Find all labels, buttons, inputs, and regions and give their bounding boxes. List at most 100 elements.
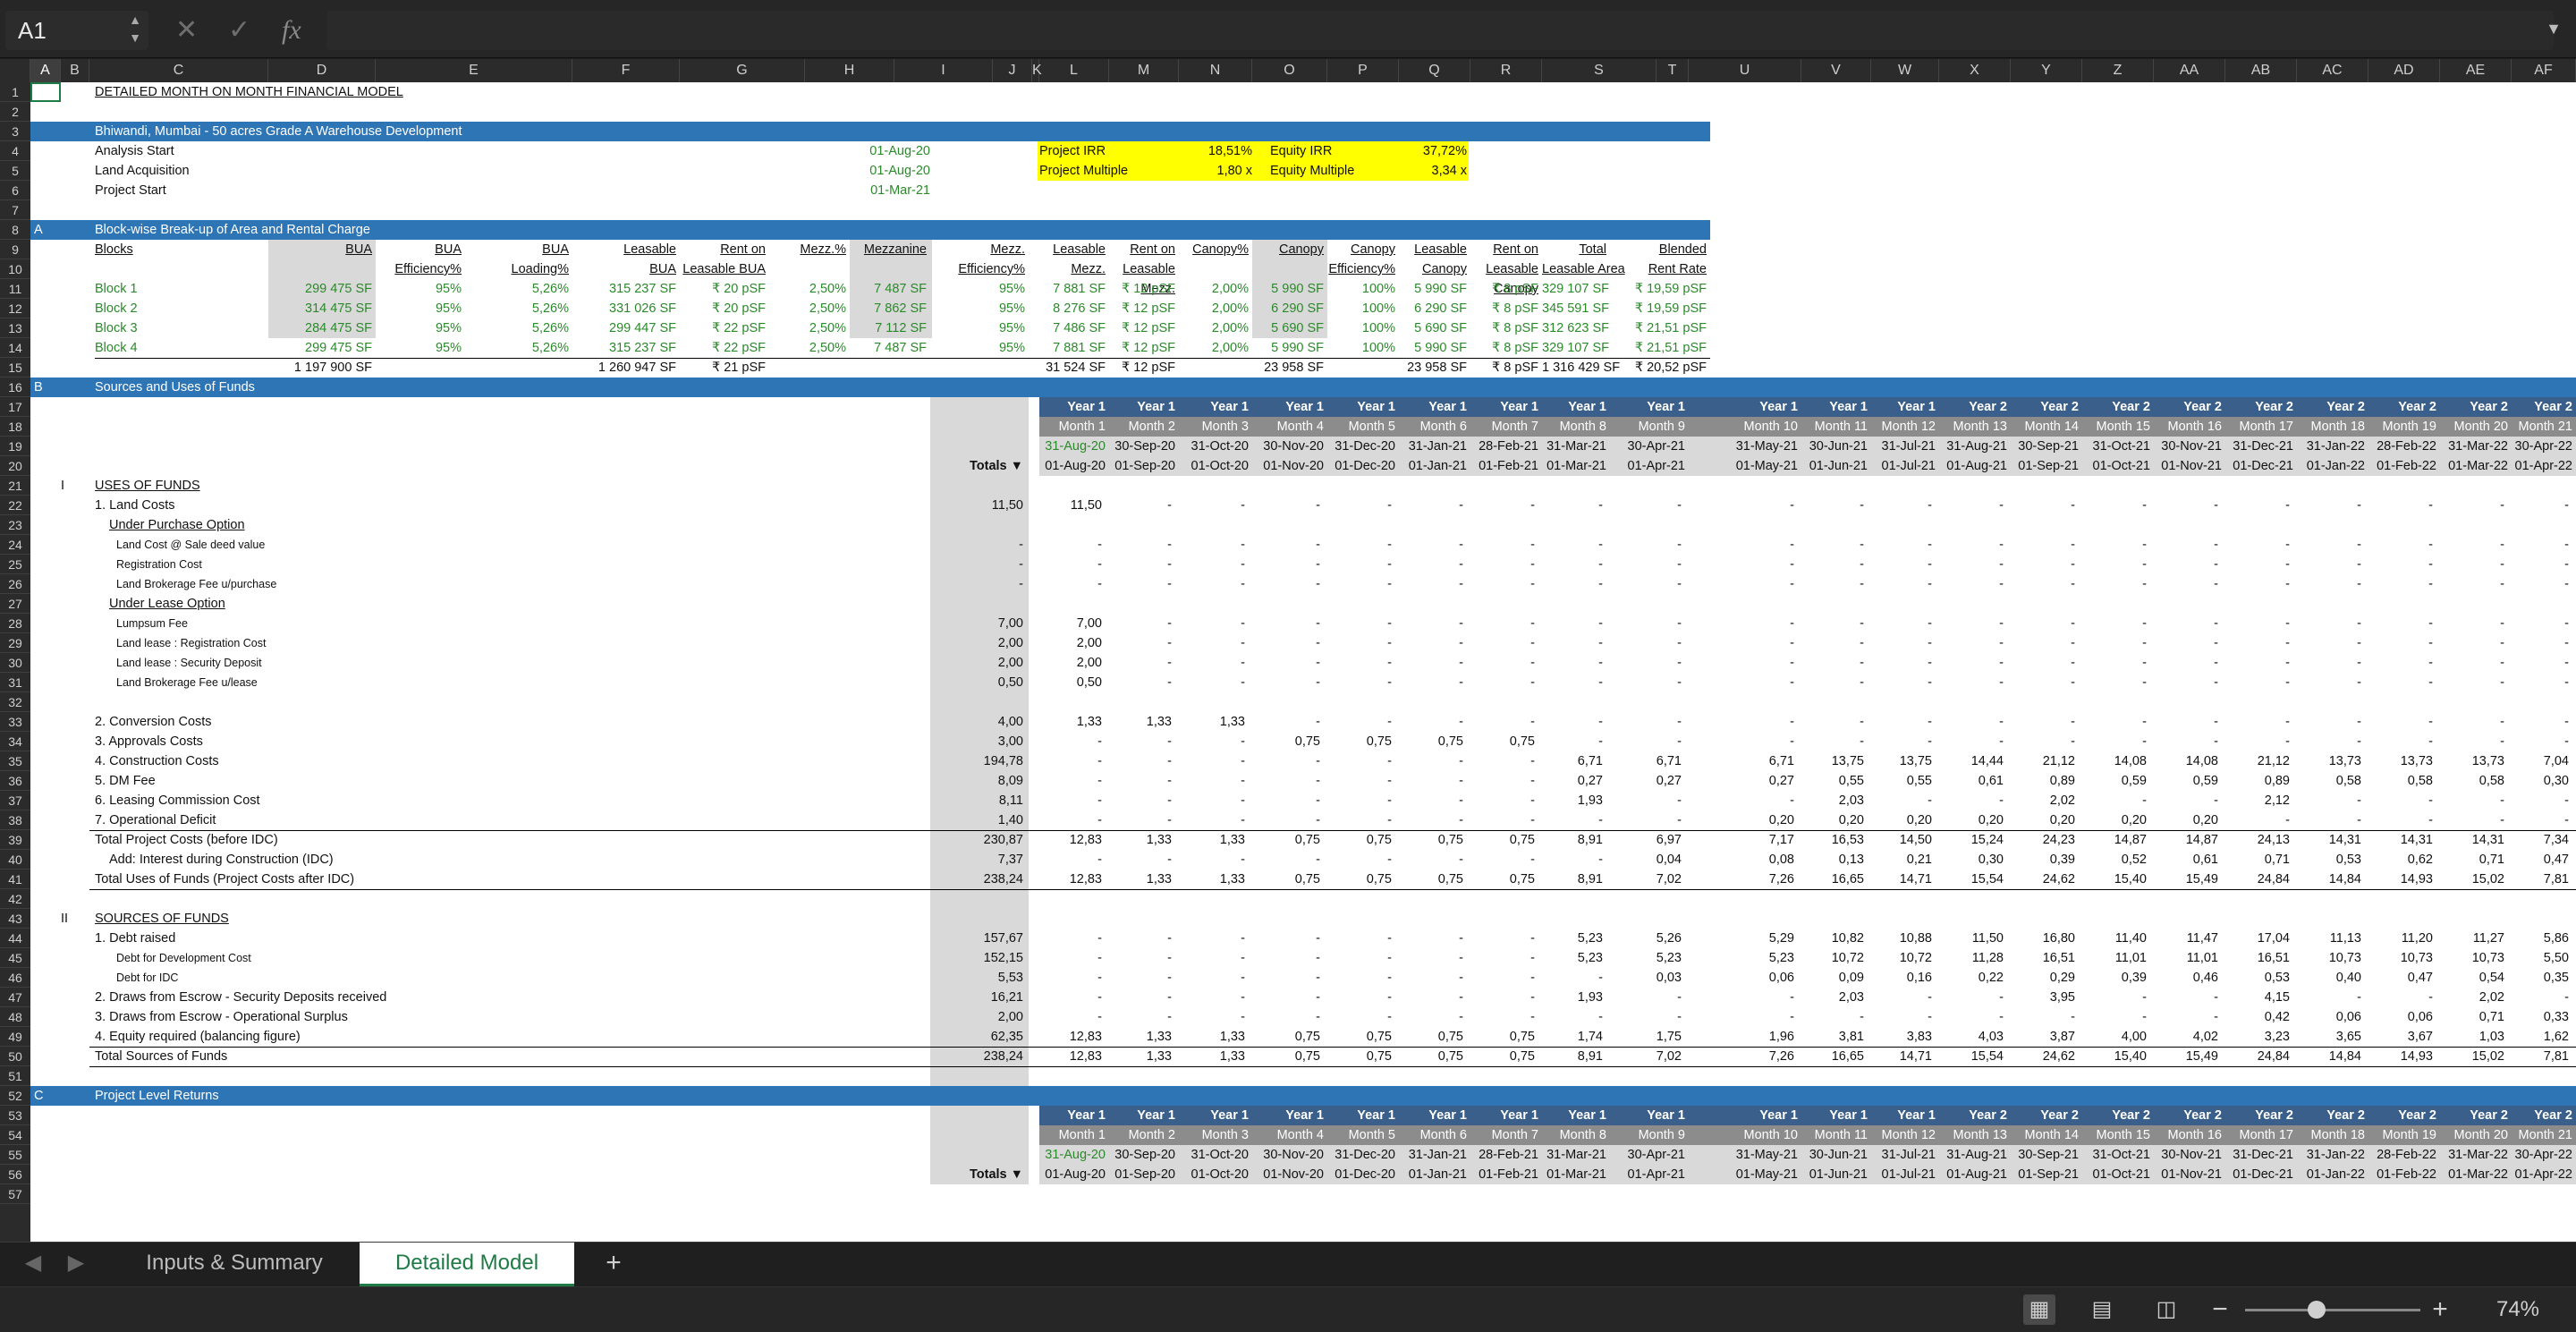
block-value[interactable]: 2,50% <box>769 299 846 318</box>
block-value[interactable]: ₹ 20 pSF <box>680 299 766 318</box>
row-header[interactable]: 24 <box>0 535 30 555</box>
block-value[interactable]: 329 107 SF <box>1542 338 1609 358</box>
column-header[interactable]: C <box>89 59 268 82</box>
row-header[interactable]: 56 <box>0 1165 30 1184</box>
column-header[interactable]: O <box>1252 59 1327 82</box>
column-header[interactable]: AC <box>2297 59 2368 82</box>
block-value[interactable]: ₹ 8 pSF <box>1470 338 1538 358</box>
block-value[interactable]: 2,00% <box>1179 318 1249 338</box>
cancel-icon[interactable]: ✕ <box>175 11 198 50</box>
add-sheet-button[interactable]: + <box>594 1243 633 1284</box>
block-value[interactable]: 7 486 SF <box>1039 318 1106 338</box>
name-box-stepper[interactable]: ▲ ▼ <box>125 11 145 50</box>
row-header[interactable]: 27 <box>0 594 30 614</box>
column-header[interactable]: L <box>1039 59 1109 82</box>
column-header[interactable]: G <box>680 59 805 82</box>
block-value[interactable]: ₹ 12 pSF <box>1109 338 1175 358</box>
block-value[interactable]: ₹ 12 pSF <box>1109 299 1175 318</box>
block-value[interactable]: 5,26% <box>465 338 569 358</box>
block-value[interactable]: 329 107 SF <box>1542 279 1609 299</box>
tab-prev-icon[interactable]: ◀ <box>20 1243 47 1284</box>
row-header[interactable]: 12 <box>0 299 30 318</box>
selected-cell-a1[interactable] <box>30 82 61 102</box>
row-header[interactable]: 47 <box>0 988 30 1007</box>
column-header[interactable]: Q <box>1399 59 1470 82</box>
row-header[interactable]: 36 <box>0 771 30 791</box>
block-value[interactable]: 284 475 SF <box>268 318 372 338</box>
column-header[interactable]: Z <box>2082 59 2154 82</box>
block-value[interactable]: 315 237 SF <box>572 338 676 358</box>
row-header[interactable]: 13 <box>0 318 30 338</box>
block-value[interactable]: 6 290 SF <box>1252 299 1324 318</box>
row-header[interactable]: 19 <box>0 437 30 456</box>
column-header[interactable]: R <box>1470 59 1542 82</box>
row-header[interactable]: 53 <box>0 1106 30 1125</box>
column-header[interactable]: E <box>376 59 572 82</box>
row-header[interactable]: 17 <box>0 397 30 417</box>
column-header[interactable]: M <box>1109 59 1179 82</box>
block-value[interactable]: 314 475 SF <box>268 299 372 318</box>
column-header[interactable]: H <box>805 59 894 82</box>
block-value[interactable]: ₹ 19,59 pSF <box>1610 279 1707 299</box>
row-header[interactable]: 39 <box>0 830 30 850</box>
spreadsheet-grid[interactable]: 1 2 3 4 5 6 7 8 9 10 11 12 13 14 15 16 17 18 19 20 21 22 23 24 2… <box>0 82 2576 1242</box>
column-header[interactable]: S <box>1542 59 1657 82</box>
block-value[interactable]: 8 276 SF <box>1039 299 1106 318</box>
row-header[interactable]: 28 <box>0 614 30 633</box>
block-value[interactable]: 95% <box>376 338 462 358</box>
column-header[interactable]: Y <box>2011 59 2082 82</box>
row-header[interactable]: 31 <box>0 673 30 692</box>
zoom-in-button[interactable]: + <box>2424 1294 2456 1325</box>
chevron-down-icon[interactable]: ▼ <box>2546 20 2562 38</box>
row-header[interactable]: 38 <box>0 810 30 830</box>
row-header[interactable]: 9 <box>0 240 30 259</box>
block-value[interactable]: 95% <box>930 318 1025 338</box>
row-header[interactable]: 16 <box>0 378 30 397</box>
block-value[interactable]: 5 990 SF <box>1252 338 1324 358</box>
block-value[interactable]: 299 475 SF <box>268 338 372 358</box>
block-value[interactable]: 2,50% <box>769 279 846 299</box>
row-header[interactable]: 44 <box>0 929 30 948</box>
block-value[interactable]: 7 487 SF <box>850 338 927 358</box>
block-value[interactable]: 312 623 SF <box>1542 318 1609 338</box>
zoom-slider[interactable] <box>2245 1301 2420 1319</box>
block-value[interactable]: 5 990 SF <box>1399 338 1467 358</box>
block-value[interactable]: ₹ 21,51 pSF <box>1610 318 1707 338</box>
column-header[interactable]: D <box>268 59 376 82</box>
column-header[interactable]: X <box>1939 59 2011 82</box>
input-date[interactable]: 01-Mar-21 <box>805 181 930 200</box>
tab-inputs-summary[interactable]: Inputs & Summary <box>109 1243 360 1284</box>
row-header[interactable]: 37 <box>0 791 30 810</box>
column-header[interactable]: B <box>61 59 89 82</box>
column-header[interactable]: N <box>1179 59 1252 82</box>
column-header[interactable]: I <box>894 59 993 82</box>
page-layout-icon[interactable]: ▤ <box>2086 1294 2118 1325</box>
row-header[interactable]: 26 <box>0 574 30 594</box>
block-value[interactable]: 5,26% <box>465 279 569 299</box>
block-value[interactable]: 95% <box>376 318 462 338</box>
row-header[interactable]: 50 <box>0 1047 30 1066</box>
row-header[interactable]: 51 <box>0 1066 30 1086</box>
row-header[interactable]: 23 <box>0 515 30 535</box>
row-header[interactable]: 8 <box>0 220 30 240</box>
formula-input[interactable] <box>326 11 2554 50</box>
column-header[interactable]: P <box>1327 59 1399 82</box>
row-header[interactable]: 43 <box>0 909 30 929</box>
column-header[interactable]: A <box>30 59 61 82</box>
row-header[interactable]: 14 <box>0 338 30 358</box>
column-header[interactable]: AB <box>2225 59 2297 82</box>
block-value[interactable]: ₹ 22 pSF <box>680 338 766 358</box>
function-icon[interactable]: fx <box>282 11 301 50</box>
input-date[interactable]: 01-Aug-20 <box>805 161 930 181</box>
row-header[interactable]: 32 <box>0 692 30 712</box>
block-value[interactable]: 95% <box>376 279 462 299</box>
block-value[interactable]: 100% <box>1327 338 1395 358</box>
row-header[interactable]: 33 <box>0 712 30 732</box>
block-value[interactable]: 100% <box>1327 279 1395 299</box>
block-value[interactable]: 331 026 SF <box>572 299 676 318</box>
row-header[interactable]: 1 <box>0 82 30 102</box>
block-value[interactable]: 2,00% <box>1179 279 1249 299</box>
block-value[interactable]: 7 112 SF <box>850 318 927 338</box>
column-header[interactable]: T <box>1657 59 1689 82</box>
zoom-slider-thumb[interactable] <box>2308 1301 2326 1319</box>
